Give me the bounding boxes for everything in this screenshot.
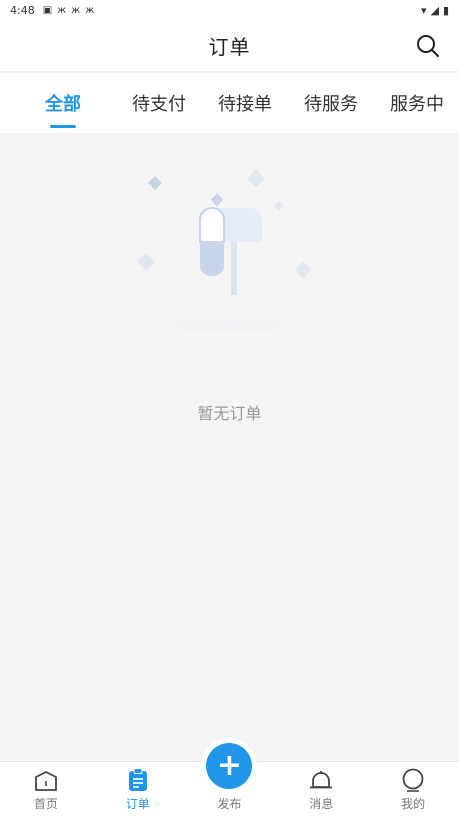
order-tabs: 全部 待支付 待接单 待服务 服务中 <box>0 73 459 133</box>
battery-icon: ▮ <box>442 3 449 17</box>
signal-icon: ◢ <box>430 3 439 17</box>
page-title: 订单 <box>208 35 251 59</box>
bell-icon <box>310 771 333 789</box>
tab-pending-service[interactable]: 待服务 <box>288 90 374 116</box>
nav-publish[interactable]: + 发布 <box>184 738 276 816</box>
tab-in-service[interactable]: 服务中 <box>374 90 459 116</box>
nav-home[interactable]: 首页 <box>0 762 92 816</box>
bug-icon: ж <box>85 4 95 16</box>
status-time: 4:48 <box>10 3 35 17</box>
home-icon <box>34 771 57 791</box>
tab-pending-accept[interactable]: 待接单 <box>202 90 288 116</box>
status-bar: 4:48 ▣ ж ж ж ▾ ◢ ▮ <box>0 0 459 20</box>
bug-icon: ж <box>71 4 81 16</box>
bottom-nav: 首页 订单 + 发布 消息 我的 <box>0 738 459 816</box>
empty-state: 暂无订单 <box>0 160 459 440</box>
nav-messages[interactable]: 消息 <box>275 762 367 816</box>
empty-message: 暂无订单 <box>197 404 262 423</box>
user-icon <box>402 768 424 792</box>
tab-pending-payment[interactable]: 待支付 <box>116 90 202 116</box>
nav-mine-label: 我的 <box>401 797 426 811</box>
nav-orders[interactable]: 订单 <box>92 762 184 816</box>
nav-publish-label: 发布 <box>217 797 242 811</box>
nav-messages-label: 消息 <box>309 797 334 811</box>
nav-home-label: 首页 <box>33 797 58 811</box>
wifi-icon: ▾ <box>420 3 427 17</box>
notification-icon: ▣ <box>42 4 53 16</box>
tab-all[interactable]: 全部 <box>30 90 96 116</box>
empty-mailbox-illustration <box>118 169 342 330</box>
clipboard-icon <box>128 768 147 791</box>
search-icon[interactable] <box>415 33 441 59</box>
nav-orders-label: 订单 <box>125 797 150 811</box>
app-header: 订单 <box>0 20 459 72</box>
nav-mine[interactable]: 我的 <box>367 762 459 816</box>
bug-icon: ж <box>57 4 67 16</box>
plus-icon[interactable]: + <box>206 743 253 789</box>
